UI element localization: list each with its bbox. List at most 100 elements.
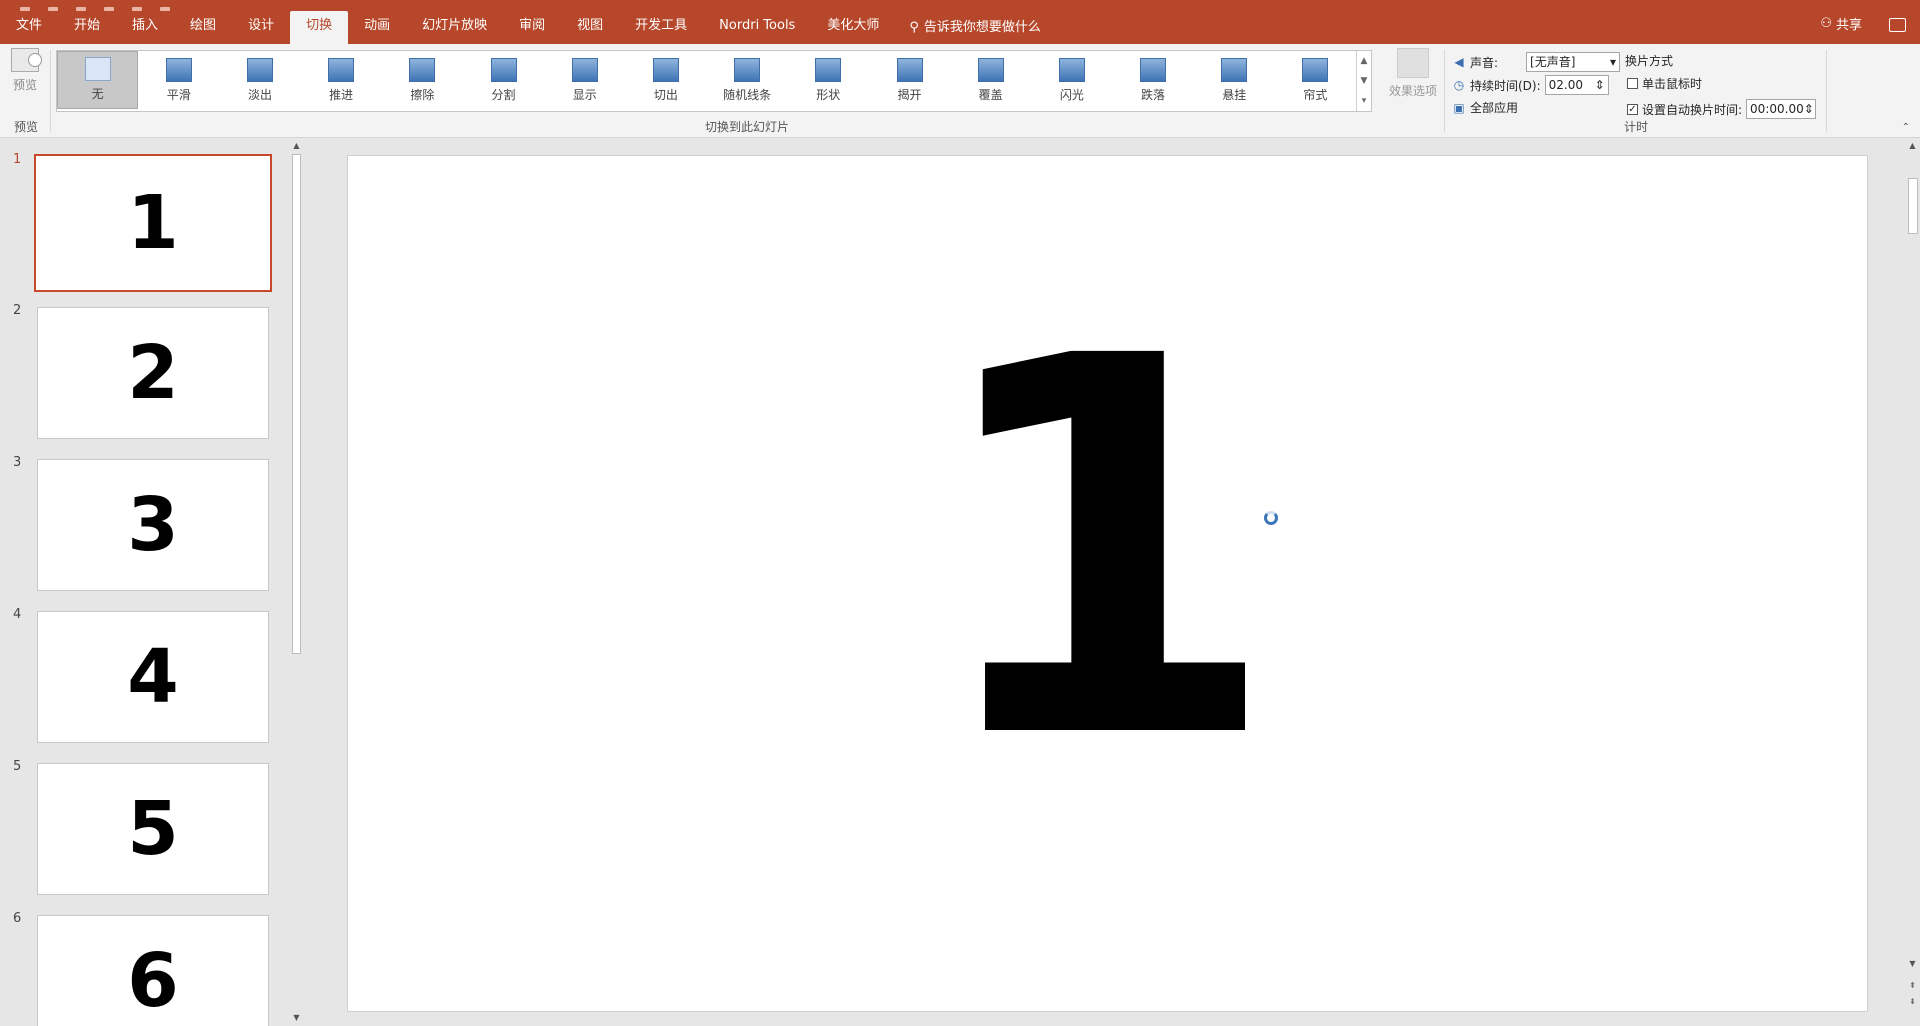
group-separator bbox=[50, 50, 51, 132]
clock-icon: ◷ bbox=[1453, 78, 1465, 92]
transition-morph[interactable]: 平滑 bbox=[138, 51, 219, 109]
effect-options-label: 效果选项 bbox=[1388, 84, 1437, 98]
transition-shape[interactable]: 形状 bbox=[788, 51, 869, 109]
spinner-icon[interactable]: ⇕ bbox=[1804, 100, 1814, 118]
thumbnail-scrollbar[interactable]: ▲ ▼ bbox=[290, 138, 303, 1026]
tell-me-search[interactable]: ⚲ 告诉我你想要做什么 bbox=[895, 11, 1055, 44]
transition-uncover[interactable]: 揭开 bbox=[869, 51, 950, 109]
scroll-down-icon[interactable]: ▼ bbox=[290, 1012, 303, 1024]
chevron-down-icon[interactable]: ▼ bbox=[1361, 76, 1368, 86]
transition-reveal[interactable]: 显示 bbox=[544, 51, 625, 109]
transition-fade[interactable]: 淡出 bbox=[219, 51, 300, 109]
tab-insert[interactable]: 插入 bbox=[116, 11, 174, 44]
transition-thumbnail-icon bbox=[1302, 58, 1329, 82]
auto-advance-time-stepper[interactable]: 00:00.00 ⇕ bbox=[1746, 99, 1817, 119]
transition-flash[interactable]: 闪光 bbox=[1031, 51, 1112, 109]
share-button[interactable]: ⚇ 共享 bbox=[1820, 14, 1862, 33]
scroll-up-icon[interactable]: ▲ bbox=[290, 140, 303, 152]
transition-cut[interactable]: 切出 bbox=[625, 51, 706, 109]
transition-thumbnail-icon bbox=[1058, 58, 1085, 82]
duration-label: 持续时间(D): bbox=[1470, 78, 1541, 93]
apply-all-icon: ▣ bbox=[1453, 100, 1465, 115]
slide-number: 3 bbox=[13, 455, 22, 470]
tab-meihua[interactable]: 美化大师 bbox=[811, 11, 895, 44]
slide-thumbnail-3[interactable]: 3 bbox=[37, 459, 269, 591]
slide-number: 2 bbox=[13, 303, 22, 318]
ribbon: 预览 预览 无 平滑 淡出 推进 擦除 分割 显示 切出 随机线条 形状 揭开 … bbox=[0, 44, 1920, 138]
auto-advance-label: 设置自动换片时间: bbox=[1642, 102, 1743, 117]
transition-thumbnail-icon bbox=[328, 58, 355, 82]
tab-home[interactable]: 开始 bbox=[58, 11, 116, 44]
editor-scrollbar[interactable]: ▲ ▼ ⇞ ⇟ bbox=[1905, 138, 1920, 1026]
apply-all-button[interactable]: 全部应用 bbox=[1470, 99, 1518, 116]
tab-file[interactable]: 文件 bbox=[0, 11, 58, 44]
tab-developer[interactable]: 开发工具 bbox=[619, 11, 703, 44]
transition-curtains[interactable]: 帘式 bbox=[1275, 51, 1356, 109]
gallery-more-icon[interactable]: ▾ bbox=[1362, 96, 1367, 106]
transition-split[interactable]: 分割 bbox=[463, 51, 544, 109]
transition-thumbnail-icon bbox=[734, 58, 761, 82]
slide-thumbnail-2[interactable]: 2 bbox=[37, 307, 269, 439]
collapse-ribbon-icon[interactable]: ⌃ bbox=[1902, 122, 1910, 133]
person-icon: ⚇ bbox=[1820, 16, 1832, 31]
slide-thumbnail-panel: 1 1 2 2 3 3 4 4 5 5 6 6 bbox=[0, 138, 306, 1026]
on-click-checkbox[interactable] bbox=[1627, 78, 1638, 89]
transition-random-bars[interactable]: 随机线条 bbox=[707, 51, 788, 109]
scrollbar-thumb[interactable] bbox=[1908, 178, 1918, 234]
gallery-scroll[interactable]: ▲ ▼ ▾ bbox=[1356, 51, 1371, 111]
tab-view[interactable]: 视图 bbox=[561, 11, 619, 44]
title-bar: 文件 开始 插入 绘图 设计 切换 动画 幻灯片放映 审阅 视图 开发工具 No… bbox=[0, 0, 1920, 44]
scrollbar-thumb[interactable] bbox=[292, 154, 301, 654]
transition-thumbnail-icon bbox=[247, 58, 273, 82]
chevron-up-icon[interactable]: ▲ bbox=[1361, 56, 1368, 66]
group-separator bbox=[1826, 50, 1827, 132]
slide-number: 6 bbox=[13, 911, 22, 926]
transition-thumbnail-icon bbox=[1221, 58, 1248, 82]
comment-icon[interactable] bbox=[1889, 18, 1906, 32]
effect-options-icon bbox=[1397, 48, 1429, 78]
group-separator bbox=[1444, 50, 1445, 132]
tell-me-label: 告诉我你想要做什么 bbox=[923, 19, 1041, 35]
auto-advance-checkbox[interactable]: ✓ bbox=[1627, 103, 1638, 115]
scroll-up-icon[interactable]: ▲ bbox=[1906, 140, 1919, 152]
timing-group-label: 计时 bbox=[1624, 120, 1649, 134]
ribbon-tabs: 文件 开始 插入 绘图 设计 切换 动画 幻灯片放映 审阅 视图 开发工具 No… bbox=[0, 11, 1055, 44]
svg-text:1: 1 bbox=[965, 300, 1245, 750]
slide-thumbnail-4[interactable]: 4 bbox=[37, 611, 269, 743]
tab-draw[interactable]: 绘图 bbox=[174, 11, 232, 44]
preview-button[interactable]: 预览 bbox=[8, 48, 42, 93]
tab-design[interactable]: 设计 bbox=[232, 11, 290, 44]
tab-nordri-tools[interactable]: Nordri Tools bbox=[703, 11, 811, 44]
previous-slide-icon[interactable]: ⇞ bbox=[1906, 980, 1919, 992]
transition-drape[interactable]: 悬挂 bbox=[1194, 51, 1275, 109]
tab-transitions[interactable]: 切换 bbox=[290, 11, 349, 44]
slide-thumbnail-5[interactable]: 5 bbox=[37, 763, 269, 895]
transition-none[interactable]: 无 bbox=[57, 51, 139, 109]
transition-thumbnail-icon bbox=[652, 58, 679, 82]
preview-label: 预览 bbox=[12, 78, 37, 92]
slide-thumbnail-6[interactable]: 6 bbox=[37, 915, 269, 1026]
scroll-down-icon[interactable]: ▼ bbox=[1906, 958, 1919, 970]
preview-icon bbox=[11, 48, 42, 72]
quick-access-toolbar bbox=[20, 0, 188, 11]
transition-thumbnail-icon bbox=[409, 58, 436, 82]
transition-cover[interactable]: 覆盖 bbox=[950, 51, 1031, 109]
transition-thumbnail-icon bbox=[490, 58, 517, 82]
transition-fall-over[interactable]: 跌落 bbox=[1112, 51, 1193, 109]
tab-animations[interactable]: 动画 bbox=[348, 11, 406, 44]
spinner-icon[interactable]: ⇕ bbox=[1595, 76, 1605, 94]
transition-wipe[interactable]: 擦除 bbox=[382, 51, 463, 109]
slide-thumbnail-1[interactable]: 1 bbox=[34, 154, 272, 292]
slide-big-number[interactable]: 1 bbox=[965, 300, 1245, 750]
next-slide-icon[interactable]: ⇟ bbox=[1906, 996, 1919, 1008]
slide-number: 1 bbox=[13, 152, 22, 167]
sound-dropdown[interactable]: [无声音] ▾ bbox=[1526, 52, 1621, 72]
transition-thumbnail-icon bbox=[1140, 58, 1167, 82]
transition-push[interactable]: 推进 bbox=[301, 51, 382, 109]
tab-review[interactable]: 审阅 bbox=[503, 11, 561, 44]
effect-options-button[interactable]: 效果选项 bbox=[1386, 48, 1440, 99]
tab-slideshow[interactable]: 幻灯片放映 bbox=[406, 11, 503, 44]
lightbulb-icon: ⚲ bbox=[909, 19, 919, 35]
duration-stepper[interactable]: 02.00 ⇕ bbox=[1544, 75, 1609, 95]
on-click-label: 单击鼠标时 bbox=[1642, 77, 1703, 91]
